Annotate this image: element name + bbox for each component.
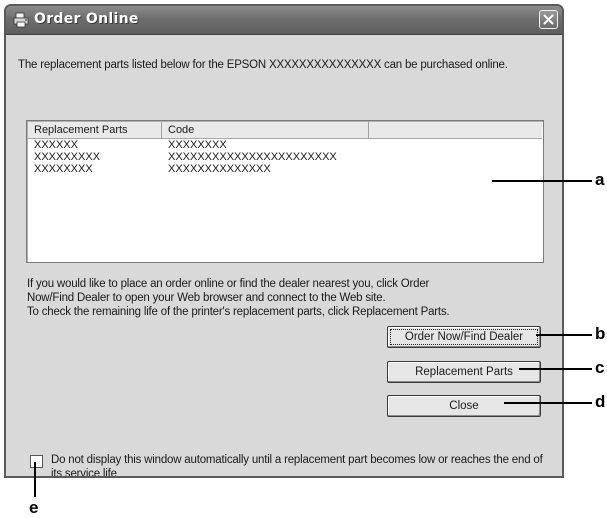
printer-icon bbox=[13, 12, 29, 28]
part-name: XXXXXXXX bbox=[34, 163, 93, 175]
callout-d-line bbox=[504, 402, 592, 404]
callout-e-label: e bbox=[29, 498, 39, 517]
callout-a-line bbox=[492, 180, 592, 182]
part-name: XXXXXX bbox=[34, 139, 79, 151]
part-code: XXXXXXXXXXXXXXXXXXXXXXX bbox=[168, 151, 337, 163]
title-bar: Order Online bbox=[6, 6, 562, 35]
part-code: XXXXXXXXXXXXXX bbox=[168, 163, 271, 175]
replacement-parts-list[interactable]: Replacement Parts Code XXXXXX XXXXXXXX X… bbox=[26, 120, 544, 263]
callout-b-line bbox=[536, 334, 592, 336]
part-name: XXXXXXXXX bbox=[34, 151, 101, 163]
intro-text: The replacement parts listed below for t… bbox=[18, 59, 508, 71]
table-row[interactable]: XXXXXX XXXXXXXX bbox=[28, 139, 542, 151]
callout-a-label: a bbox=[595, 170, 605, 189]
close-icon[interactable] bbox=[539, 10, 558, 29]
close-button[interactable]: Close bbox=[387, 395, 541, 417]
column-header-empty[interactable] bbox=[369, 122, 544, 138]
column-header-code[interactable]: Code bbox=[162, 122, 369, 138]
callout-e-line bbox=[34, 462, 36, 497]
callout-b-label: b bbox=[595, 324, 606, 343]
do-not-display-checkbox[interactable] bbox=[30, 455, 43, 468]
instructions-line: To check the remaining life of the print… bbox=[27, 306, 450, 318]
order-online-dialog: Order Online The replacement parts liste… bbox=[4, 4, 564, 478]
table-row[interactable]: XXXXXXXXX XXXXXXXXXXXXXXXXXXXXXXX bbox=[28, 151, 542, 163]
order-now-find-dealer-button[interactable]: Order Now/Find Dealer bbox=[387, 326, 541, 348]
replacement-parts-button[interactable]: Replacement Parts bbox=[387, 361, 541, 383]
table-row[interactable]: XXXXXXXX XXXXXXXXXXXXXX bbox=[28, 163, 542, 175]
instructions-line: If you would like to place an order onli… bbox=[27, 278, 430, 290]
callout-d-label: d bbox=[595, 392, 606, 411]
column-header-replacement-parts[interactable]: Replacement Parts bbox=[28, 122, 162, 138]
instructions-line: Now/Find Dealer to open your Web browser… bbox=[27, 292, 386, 304]
dialog-body: The replacement parts listed below for t… bbox=[6, 35, 562, 476]
part-code: XXXXXXXX bbox=[168, 139, 227, 151]
instructions-text: If you would like to place an order onli… bbox=[27, 277, 547, 319]
window-title: Order Online bbox=[34, 11, 139, 27]
callout-c-line bbox=[519, 368, 592, 370]
list-header: Replacement Parts Code bbox=[28, 122, 542, 139]
callout-c-label: c bbox=[595, 358, 605, 377]
do-not-display-label[interactable]: Do not display this window automatically… bbox=[51, 453, 556, 476]
